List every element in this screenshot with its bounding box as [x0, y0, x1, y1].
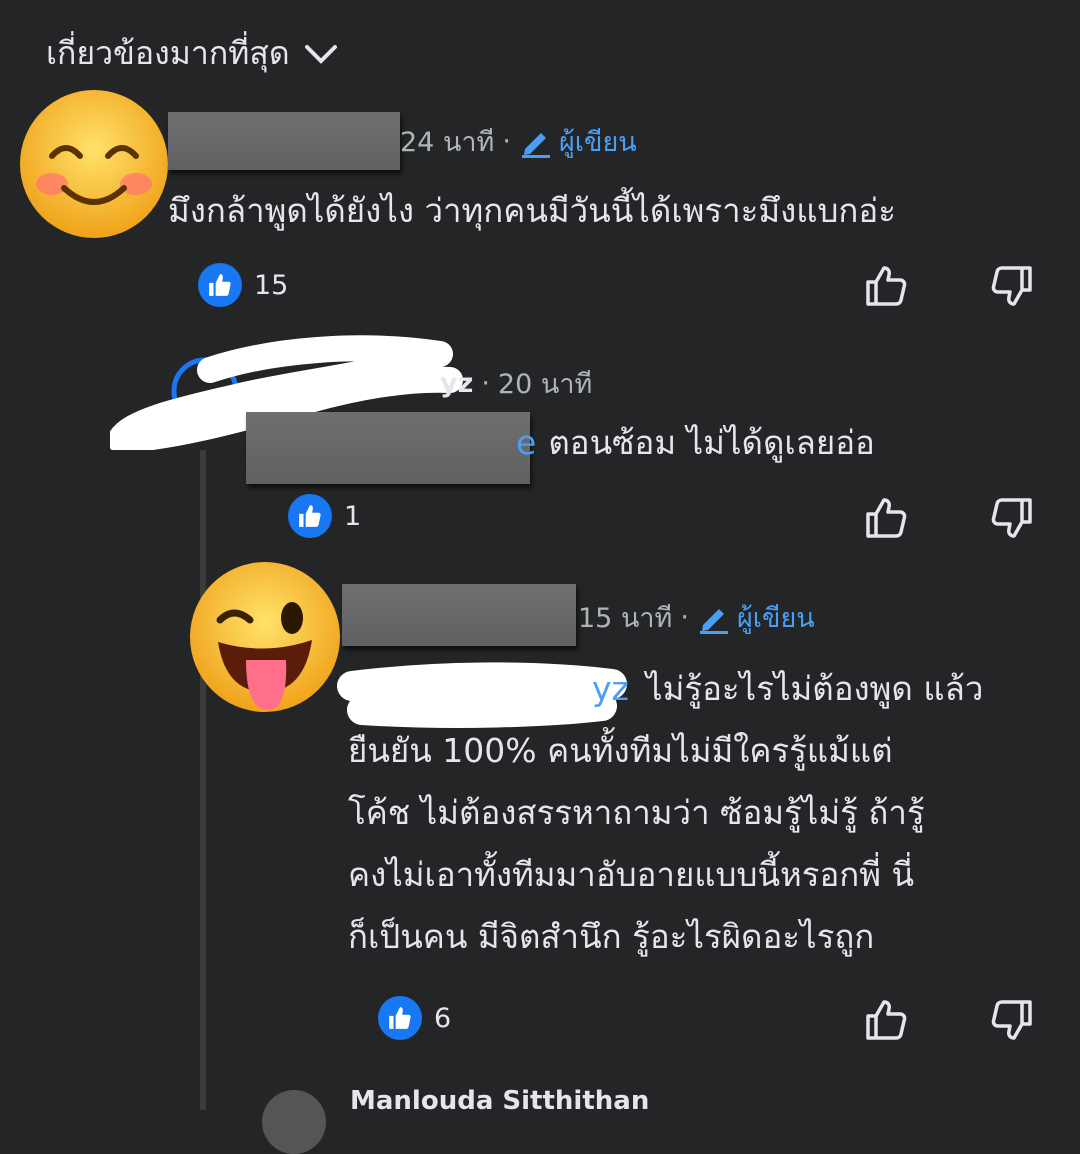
commenter-name-tail[interactable]: yz — [440, 368, 473, 399]
chevron-down-icon — [304, 44, 337, 64]
comment-text: ตอนซ้อม ไม่ได้ดูเลยอ่อ — [548, 423, 875, 462]
author-badge-label: ผู้เขียน — [558, 127, 637, 158]
like-count: 6 — [434, 1002, 452, 1034]
redacted-name — [168, 112, 400, 170]
pencil-icon — [699, 608, 728, 634]
comment-meta: 15 นาที · ผู้เขียน — [578, 596, 815, 639]
like-button[interactable] — [862, 996, 910, 1048]
thumbs-down-icon — [991, 266, 1032, 306]
comment-time[interactable]: 15 นาที — [578, 596, 672, 639]
thumbs-up-icon — [866, 498, 907, 538]
comment-line: ไม่รู้อะไรไม่ต้องพูด แล้ว — [646, 669, 984, 708]
avatar[interactable] — [262, 1090, 326, 1154]
thumbs-down-icon — [991, 498, 1032, 538]
like-button[interactable] — [862, 262, 910, 314]
like-reaction-icon — [198, 263, 242, 307]
like-count: 1 — [344, 500, 362, 532]
like-count: 15 — [254, 269, 289, 301]
dislike-button[interactable] — [988, 996, 1036, 1048]
comment-time[interactable]: 24 นาที — [400, 120, 494, 163]
dislike-button[interactable] — [988, 494, 1036, 546]
commenter-name[interactable]: Manlouda Sitthithan — [350, 1086, 649, 1116]
avatar[interactable] — [188, 560, 342, 714]
comment-meta: 24 นาที · ผู้เขียน — [400, 120, 637, 163]
mention-tag[interactable]: e — [516, 412, 536, 474]
author-badge-label: ผู้เขียน — [736, 603, 815, 634]
like-reaction-icon — [378, 996, 422, 1040]
comment-line: ยืนยัน 100% คนทั้งทีมไม่มีใครรู้แม้แต่ — [348, 731, 893, 770]
dislike-button[interactable] — [988, 262, 1036, 314]
thumbs-down-icon — [991, 1000, 1032, 1040]
reaction-count[interactable]: 1 — [288, 494, 361, 538]
redacted-name — [342, 584, 576, 646]
comment-text: มึงกล้าพูดได้ยังไง ว่าทุกคนมีวันนี้ได้เพ… — [168, 191, 896, 230]
comment-text: ไม่รู้อะไรไม่ต้องพูด แล้ว ยืนยัน 100% คน… — [348, 658, 1048, 968]
reaction-count[interactable]: 6 — [378, 996, 451, 1040]
thumbs-up-icon — [866, 1000, 907, 1040]
author-badge: ผู้เขียน — [519, 120, 637, 163]
like-button[interactable] — [862, 494, 910, 546]
comment-meta: yz · 20 นาที — [440, 362, 592, 405]
comment-line: คงไม่เอาทั้งทีมมาอับอายแบบนี้หรอกพี่ นี่ — [348, 855, 915, 894]
comment-line: โค้ช ไม่ต้องสรรหาถามว่า ซ้อมรู้ไม่รู้ ถ้… — [348, 793, 925, 832]
thread-line — [200, 450, 206, 1110]
avatar[interactable] — [18, 88, 170, 240]
sort-dropdown[interactable]: เกี่ยวข้องมากที่สุด — [46, 28, 338, 79]
pencil-icon — [521, 132, 550, 158]
like-reaction-icon — [288, 494, 332, 538]
thumbs-up-icon — [866, 266, 907, 306]
author-badge: ผู้เขียน — [697, 596, 815, 639]
comment-body: e ตอนซ้อม ไม่ได้ดูเลยอ่อ — [246, 412, 875, 474]
comment-time[interactable]: 20 นาที — [498, 362, 592, 405]
comment-line: ก็เป็นคน มีจิตสำนึก รู้อะไรผิดอะไรถูก — [348, 917, 875, 956]
sort-label: เกี่ยวข้องมากที่สุด — [46, 34, 290, 72]
reaction-count[interactable]: 15 — [198, 263, 288, 307]
